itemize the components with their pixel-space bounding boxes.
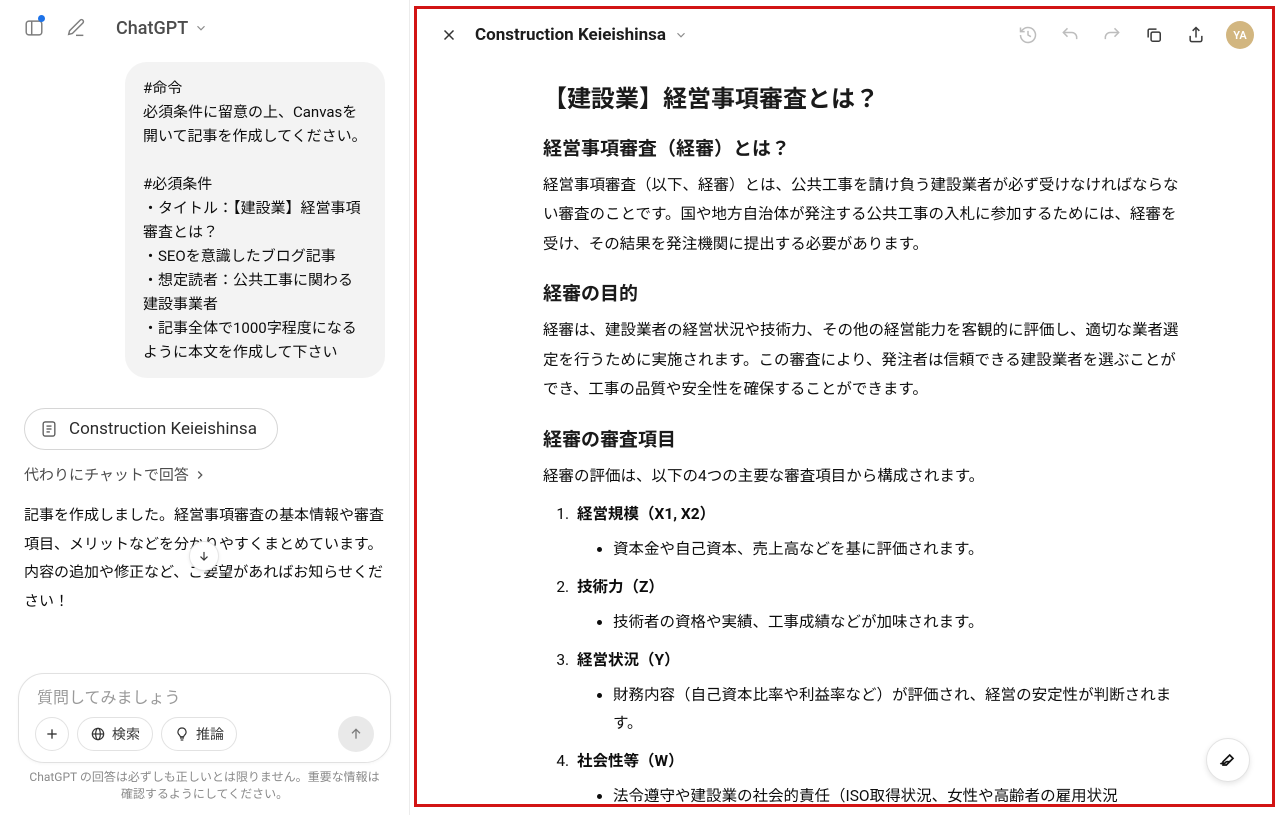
list-item-detail: 法令遵守や建設業の社会的責任（ISO取得状況、女性や高齢者の雇用状況 — [613, 782, 1184, 804]
redo-button[interactable] — [1096, 19, 1128, 51]
scroll-to-bottom-button[interactable] — [189, 541, 219, 571]
canvas-panel: Construction Keieishinsa YA 【建設業】経営事項審査と… — [414, 6, 1275, 807]
doc-heading-1: 【建設業】経営事項審査とは？ — [543, 79, 1184, 114]
reply-in-chat-link[interactable]: 代わりにチャットで回答 — [24, 464, 385, 485]
share-button[interactable] — [1180, 19, 1212, 51]
composer-toolbar: 検索 推論 — [35, 716, 374, 752]
list-item-title: 経営状況（Y） — [577, 651, 680, 669]
canvas-document[interactable]: 【建設業】経営事項審査とは？ 経営事項審査（経審）とは？ 経営事項審査（以下、経… — [417, 61, 1272, 804]
reason-tool-label: 推論 — [196, 724, 224, 744]
notification-dot-icon — [38, 15, 45, 22]
arrow-down-icon — [197, 549, 211, 563]
list-item-title: 社会性等（W） — [577, 752, 684, 770]
chat-header: ChatGPT — [0, 0, 409, 56]
list-item: 社会性等（W） 法令遵守や建設業の社会的責任（ISO取得状況、女性や高齢者の雇用… — [573, 744, 1184, 804]
canvas-title-dropdown[interactable]: Construction Keieishinsa — [475, 25, 688, 45]
history-button[interactable] — [1012, 19, 1044, 51]
list-item-title: 経営規模（X1, X2） — [577, 505, 715, 523]
arrow-up-icon — [348, 726, 364, 742]
share-icon — [1186, 25, 1206, 45]
composer-area: 検索 推論 ChatGPT の回答は必ずしも正しいとは限りません。重要な情報は確… — [0, 673, 409, 815]
canvas-reference-label: Construction Keieishinsa — [69, 419, 257, 439]
doc-paragraph: 経審は、建設業者の経営状況や技術力、その他の経営能力を客観的に評価し、適切な業者… — [543, 316, 1184, 404]
avatar[interactable]: YA — [1226, 21, 1254, 49]
chat-scroll-area: #命令 必須条件に留意の上、Canvasを開いて記事を作成してください。 #必須… — [0, 56, 409, 673]
pen-wave-icon — [1218, 750, 1238, 770]
sidebar-toggle-button[interactable] — [18, 12, 50, 44]
doc-ordered-list: 経営規模（X1, X2） 資本金や自己資本、売上高などを基に評価されます。 技術… — [543, 497, 1184, 804]
doc-heading-2: 経審の目的 — [543, 279, 1184, 306]
new-chat-button[interactable] — [60, 12, 92, 44]
search-tool-button[interactable]: 検索 — [77, 717, 153, 751]
close-icon — [440, 26, 458, 44]
reply-in-chat-label: 代わりにチャットで回答 — [24, 464, 189, 485]
close-canvas-button[interactable] — [435, 21, 463, 49]
bulb-icon — [174, 726, 190, 742]
copy-icon — [1144, 25, 1164, 45]
undo-button[interactable] — [1054, 19, 1086, 51]
edit-fab-button[interactable] — [1206, 738, 1250, 782]
canvas-actions: YA — [1012, 19, 1254, 51]
doc-heading-2: 経営事項審査（経審）とは？ — [543, 134, 1184, 161]
list-item-detail: 資本金や自己資本、売上高などを基に評価されます。 — [613, 535, 1184, 564]
list-item: 技術力（Z） 技術者の資格や実績、工事成績などが加味されます。 — [573, 570, 1184, 637]
canvas-reference-pill[interactable]: Construction Keieishinsa — [24, 408, 278, 450]
doc-paragraph: 経営事項審査（以下、経審）とは、公共工事を請け負う建設業者が必ず受けなければなら… — [543, 171, 1184, 259]
doc-heading-2: 経審の審査項目 — [543, 425, 1184, 452]
list-item: 経営規模（X1, X2） 資本金や自己資本、売上高などを基に評価されます。 — [573, 497, 1184, 564]
composer: 検索 推論 — [18, 673, 391, 763]
attach-button[interactable] — [35, 717, 69, 751]
reason-tool-button[interactable]: 推論 — [161, 717, 237, 751]
undo-icon — [1060, 25, 1080, 45]
chevron-down-icon — [194, 21, 208, 35]
list-item: 経営状況（Y） 財務内容（自己資本比率や利益率など）が評価され、経営の安定性が判… — [573, 643, 1184, 738]
history-icon — [1018, 25, 1038, 45]
canvas-title-text: Construction Keieishinsa — [475, 25, 666, 45]
document-icon — [39, 419, 59, 439]
list-item-title: 技術力（Z） — [577, 578, 664, 596]
model-name: ChatGPT — [116, 18, 188, 39]
plus-icon — [44, 726, 60, 742]
disclaimer-text: ChatGPT の回答は必ずしも正しいとは限りません。重要な情報は確認するように… — [18, 763, 391, 807]
assistant-message: 記事を作成しました。経営事項審査の基本情報や審査項目、メリットなどを分かりやすく… — [24, 501, 385, 615]
model-selector[interactable]: ChatGPT — [108, 14, 216, 43]
redo-icon — [1102, 25, 1122, 45]
canvas-header: Construction Keieishinsa YA — [417, 9, 1272, 61]
user-message: #命令 必須条件に留意の上、Canvasを開いて記事を作成してください。 #必須… — [125, 62, 385, 378]
list-item-detail: 技術者の資格や実績、工事成績などが加味されます。 — [613, 608, 1184, 637]
send-button[interactable] — [338, 716, 374, 752]
globe-icon — [90, 726, 106, 742]
copy-button[interactable] — [1138, 19, 1170, 51]
doc-paragraph: 経審の評価は、以下の4つの主要な審査項目から構成されます。 — [543, 462, 1184, 491]
list-item-detail: 財務内容（自己資本比率や利益率など）が評価され、経営の安定性が判断されます。 — [613, 681, 1184, 738]
chevron-right-icon — [193, 468, 207, 482]
chat-panel: ChatGPT #命令 必須条件に留意の上、Canvasを開いて記事を作成してく… — [0, 0, 410, 815]
chevron-down-icon — [674, 28, 688, 42]
search-tool-label: 検索 — [112, 724, 140, 744]
message-input[interactable] — [35, 686, 374, 716]
